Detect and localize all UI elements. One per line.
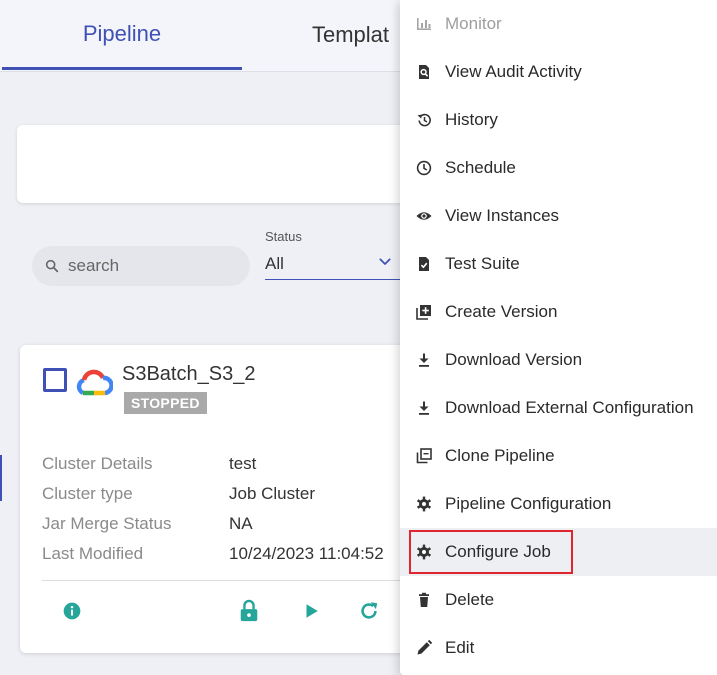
menu-label: Clone Pipeline — [445, 446, 555, 465]
menu-item-delete[interactable]: Delete — [400, 576, 717, 624]
chevron-down-icon — [379, 258, 391, 265]
tab-pipeline-label: Pipeline — [82, 20, 162, 46]
status-filter-label: Status — [265, 229, 302, 244]
clock-icon — [415, 159, 433, 177]
pipeline-card: S3Batch_S3_2 STOPPED Cluster Details tes… — [20, 345, 440, 653]
google-cloud-icon — [76, 369, 113, 396]
search-field[interactable] — [32, 246, 250, 286]
highlight-annotation — [409, 530, 573, 574]
status-filter-select[interactable]: All — [265, 248, 400, 280]
menu-item-download-version[interactable]: Download Version — [400, 336, 717, 384]
menu-item-monitor: Monitor — [400, 0, 717, 48]
search-input[interactable] — [68, 256, 228, 276]
menu-label: History — [445, 110, 498, 129]
pipeline-name[interactable]: S3Batch_S3_2 — [122, 363, 255, 386]
menu-label: Create Version — [445, 302, 558, 321]
detail-value: Job Cluster — [229, 484, 315, 503]
eye-icon — [415, 207, 433, 225]
bar-chart-icon — [415, 15, 433, 33]
detail-key: Jar Merge Status — [42, 514, 172, 533]
clone-icon — [415, 447, 433, 465]
detail-key: Last Modified — [42, 544, 144, 563]
menu-item-pipeline-configuration[interactable]: Pipeline Configuration — [400, 480, 717, 528]
tab-pipeline[interactable]: Pipeline — [2, 0, 242, 70]
status-filter-value: All — [265, 253, 284, 273]
play-icon — [306, 604, 318, 618]
menu-item-download-external-configuration[interactable]: Download External Configuration — [400, 384, 717, 432]
menu-label: View Instances — [445, 206, 560, 225]
menu-item-view-audit-activity[interactable]: View Audit Activity — [400, 48, 717, 96]
refresh-button[interactable] — [357, 599, 381, 623]
file-check-icon — [415, 255, 433, 273]
info-button[interactable] — [60, 599, 84, 623]
menu-label: Schedule — [445, 158, 516, 177]
menu-label: Download Version — [445, 350, 583, 369]
detail-value: NA — [229, 514, 253, 533]
search-icon — [45, 259, 59, 273]
pipeline-actions-menu: Monitor View Audit Activity History Sche… — [400, 0, 717, 675]
menu-label: Pipeline Configuration — [445, 494, 612, 513]
gear-icon — [415, 495, 433, 513]
menu-item-create-version[interactable]: Create Version — [400, 288, 717, 336]
lock-button[interactable] — [237, 599, 261, 623]
tab-templates-label: Templat — [312, 22, 390, 47]
detail-key: Cluster type — [42, 484, 133, 503]
detail-value: test — [229, 454, 257, 473]
pencil-icon — [415, 639, 433, 657]
filter-panel — [17, 125, 437, 203]
menu-label: Edit — [445, 638, 475, 657]
download-icon — [415, 351, 433, 369]
menu-item-edit[interactable]: Edit — [400, 624, 717, 672]
add-box-icon — [415, 303, 433, 321]
card-divider — [42, 580, 422, 581]
menu-item-test-suite[interactable]: Test Suite — [400, 240, 717, 288]
detail-key: Cluster Details — [42, 454, 153, 473]
menu-label: Delete — [445, 590, 495, 609]
menu-item-clone-pipeline[interactable]: Clone Pipeline — [400, 432, 717, 480]
status-badge: STOPPED — [124, 392, 207, 414]
menu-item-view-instances[interactable]: View Instances — [400, 192, 717, 240]
menu-item-schedule[interactable]: Schedule — [400, 144, 717, 192]
detail-value: 10/24/2023 11:04:52 — [229, 544, 384, 563]
info-icon — [63, 602, 81, 620]
history-icon — [415, 111, 433, 129]
menu-label: Monitor — [445, 14, 502, 33]
side-indicator — [0, 455, 2, 501]
download-icon — [415, 399, 433, 417]
menu-label: Download External Configuration — [445, 398, 694, 417]
audit-search-icon — [415, 63, 433, 81]
trash-icon — [415, 591, 433, 609]
menu-label: Test Suite — [445, 254, 520, 273]
start-button[interactable] — [299, 599, 323, 623]
select-checkbox[interactable] — [43, 368, 67, 392]
menu-label: View Audit Activity — [445, 62, 582, 81]
menu-item-history[interactable]: History — [400, 96, 717, 144]
lock-icon — [240, 599, 258, 622]
refresh-icon — [361, 602, 378, 619]
